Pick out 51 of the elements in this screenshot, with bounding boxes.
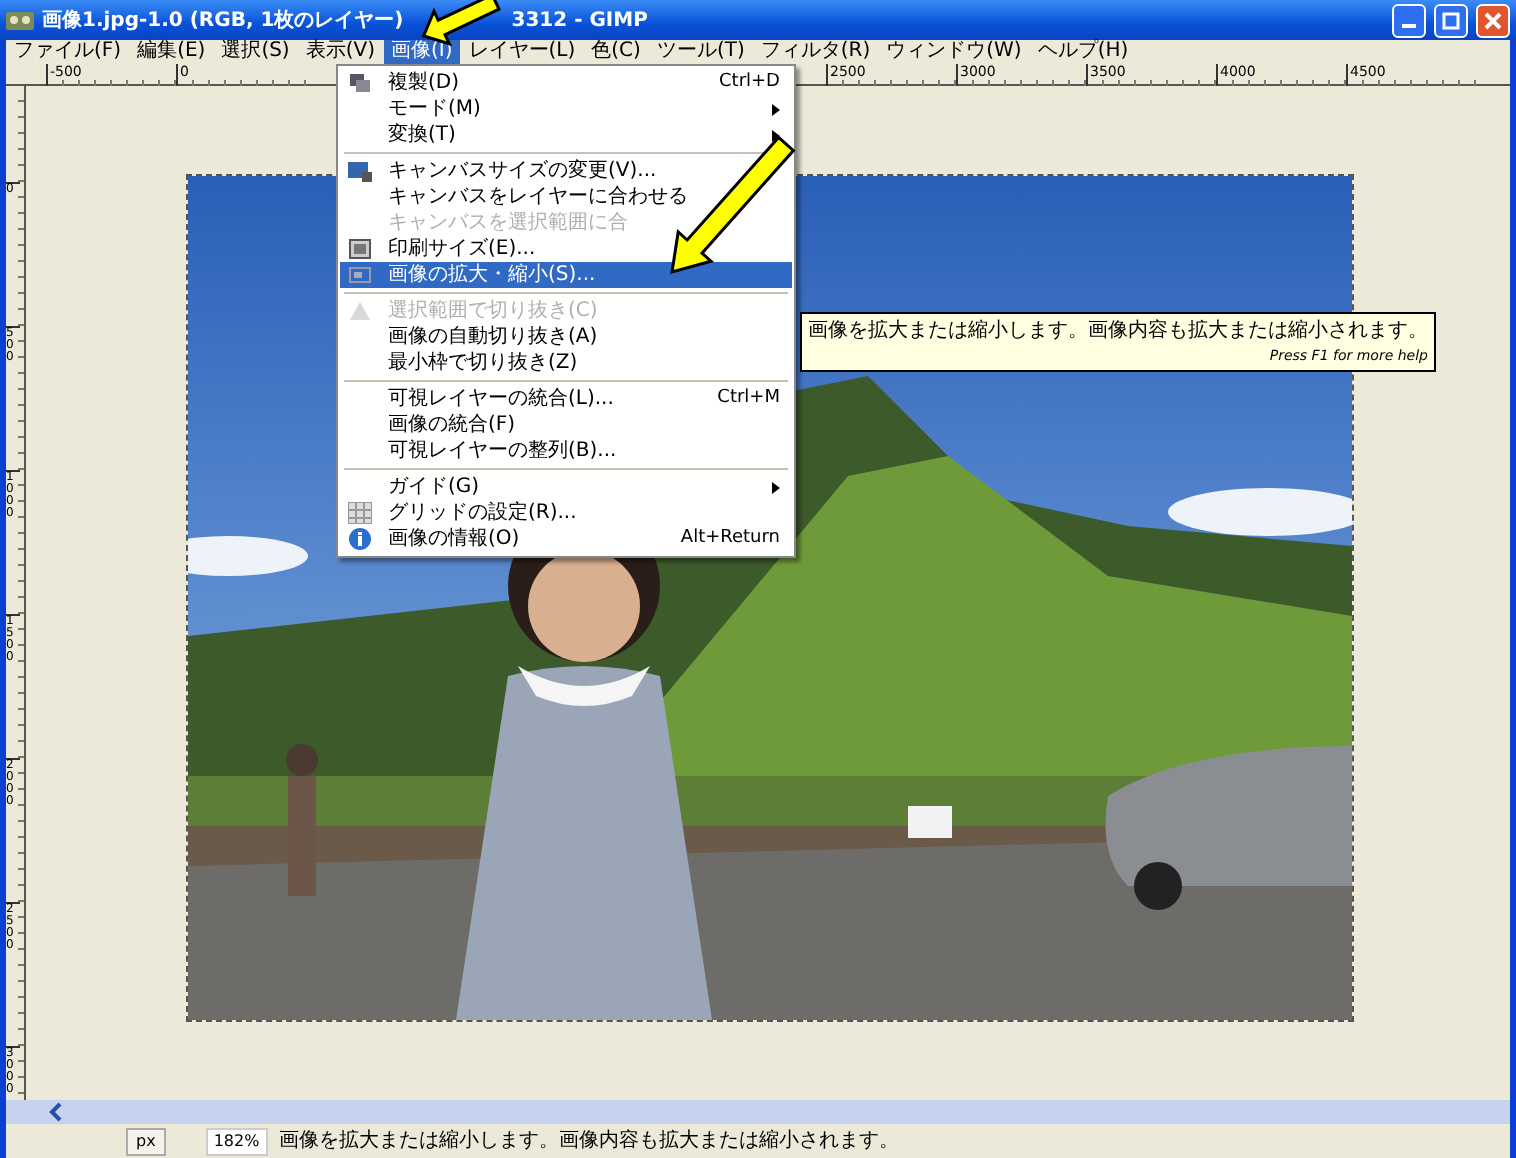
close-button[interactable] <box>1476 3 1510 37</box>
grid-icon <box>348 502 372 524</box>
shortcut-label: Ctrl+M <box>717 386 780 412</box>
window-title: 3312 - GIMP <box>511 7 648 35</box>
shortcut-label: Ctrl+D <box>719 70 780 96</box>
menu-item[interactable]: 印刷サイズ(E)... <box>340 236 792 262</box>
menu-item[interactable]: 画像の自動切り抜き(A) <box>340 324 792 350</box>
scale-icon <box>348 264 372 286</box>
menu-item[interactable]: 可視レイヤーの統合(L)... Ctrl+M <box>340 386 792 412</box>
menu-item[interactable]: ガイド(G) <box>340 474 792 500</box>
menu-item[interactable]: 複製(D) Ctrl+D <box>340 70 792 96</box>
zoom-dropdown[interactable]: 182% <box>205 1127 268 1155</box>
submenu-arrow-icon <box>772 103 780 115</box>
minimize-button[interactable] <box>1392 3 1426 37</box>
print-icon <box>348 238 372 260</box>
menu-item[interactable]: 画像の統合(F) <box>340 412 792 438</box>
menu-item[interactable]: 選択(S) <box>213 40 298 64</box>
menu-item[interactable]: ウィンドウ(W) <box>878 40 1030 64</box>
menu-item[interactable]: 編集(E) <box>129 40 214 64</box>
pointer-arrow <box>670 135 796 275</box>
menu-item[interactable]: 色(C) <box>583 40 649 64</box>
window-title: 画像1.jpg-1.0 (RGB, 1枚のレイヤー) <box>42 7 404 35</box>
unit-dropdown[interactable]: px <box>126 1127 166 1155</box>
submenu-arrow-icon <box>772 481 780 493</box>
menu-item[interactable]: レイヤー(L) <box>460 40 584 64</box>
maximize-icon <box>1442 11 1460 29</box>
menu-item[interactable]: ファイル(F) <box>6 40 130 64</box>
menu-item[interactable]: ツール(T) <box>648 40 753 64</box>
scroll-left-button[interactable] <box>46 1097 66 1127</box>
app-icon <box>6 9 34 31</box>
menu-item[interactable]: 表示(V) <box>297 40 383 64</box>
status-message: 画像を拡大または縮小します。画像内容も拡大または縮小されます。 <box>279 1127 900 1156</box>
canvas-icon <box>348 160 372 182</box>
maximize-button[interactable] <box>1434 3 1468 37</box>
tooltip-text: 画像を拡大または縮小します。画像内容も拡大または縮小されます。 <box>808 317 1428 346</box>
minimize-icon <box>1402 24 1416 28</box>
menu-item[interactable]: 最小枠で切り抜き(Z) <box>340 350 792 376</box>
menu-item[interactable]: ヘルプ(H) <box>1029 40 1137 64</box>
menu-item[interactable]: 画像の情報(O) Alt+Return <box>340 526 792 552</box>
duplicate-icon <box>348 72 372 94</box>
menu-item[interactable]: 可視レイヤーの整列(B)... <box>340 438 792 464</box>
menu-item[interactable]: 画像の拡大・縮小(S)... <box>340 262 792 288</box>
menu-item[interactable]: キャンバスをレイヤーに合わせる <box>340 184 792 210</box>
shortcut-label: Alt+Return <box>680 526 780 552</box>
info-icon <box>348 528 372 550</box>
close-icon <box>1484 11 1502 29</box>
menu-item[interactable]: キャンバスサイズの変更(V)... <box>340 158 792 184</box>
crop-icon <box>348 300 372 322</box>
menu-item[interactable]: グリッドの設定(R)... <box>340 500 792 526</box>
menu-item[interactable]: モード(M) <box>340 96 792 122</box>
menu-item[interactable]: フィルタ(R) <box>752 40 879 64</box>
